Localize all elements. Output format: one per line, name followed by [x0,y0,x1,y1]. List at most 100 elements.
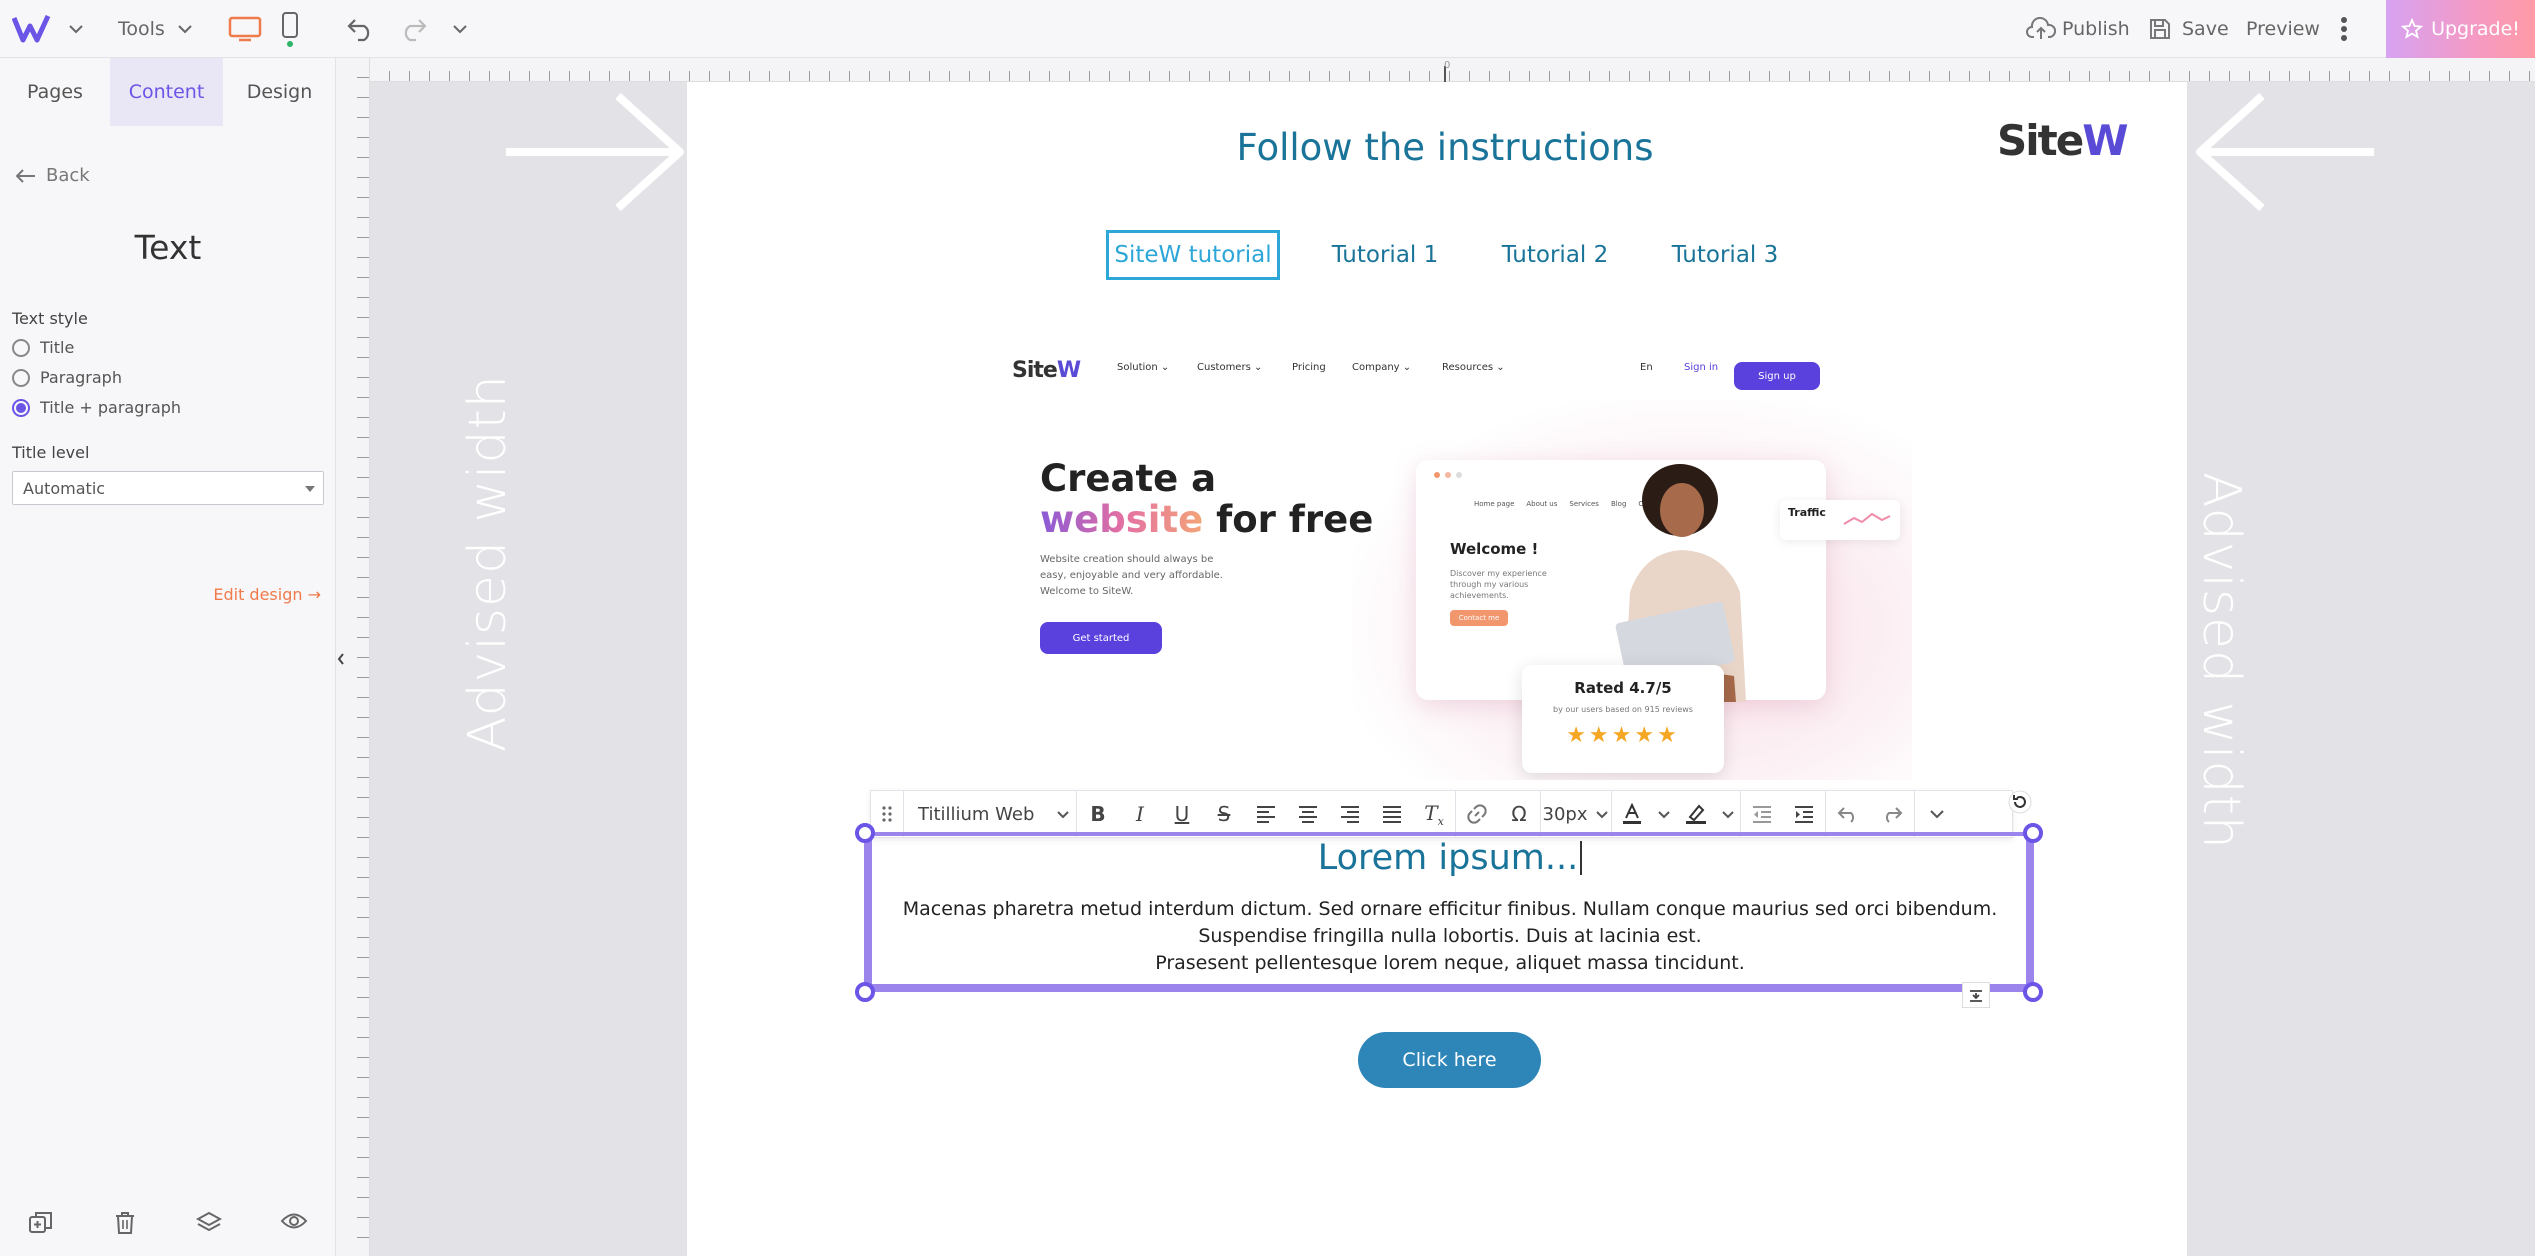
page-heading[interactable]: Follow the instructions [1100,126,1790,169]
strikethrough-button[interactable]: S [1203,790,1245,838]
redo-icon [404,19,427,42]
trend-line-icon [1843,512,1891,525]
mobile-view-button[interactable] [280,0,300,58]
tutorial-tab-label: SiteW tutorial [1114,242,1272,268]
tutorial-tab-sitew[interactable]: SiteW tutorial [1106,230,1280,280]
advised-width-gutter-left: Advised width [370,82,687,1256]
link-icon [1467,804,1487,824]
preview-button[interactable]: Preview [2246,0,2320,58]
sitew-logo-menu[interactable] [12,0,84,58]
resize-handle-bottom-right[interactable] [2023,982,2043,1002]
align-left-button[interactable] [1245,790,1287,838]
hero-traffic-label: Traffic [1788,506,1826,519]
sidebar-tabs: Pages Content Design [0,58,336,126]
radio-paragraph[interactable]: Paragraph [12,368,122,387]
caret-down-icon [305,486,315,492]
duplicate-button[interactable] [28,1210,54,1240]
font-family-select[interactable]: Titillium Web [904,790,1076,838]
desktop-view-button[interactable] [228,0,262,58]
more-tools-dropdown[interactable] [1915,790,1959,838]
hero-title-rest: for free [1203,498,1374,541]
undo-button[interactable] [346,0,376,58]
history-dropdown[interactable] [452,0,468,58]
tab-label: Content [128,81,205,103]
bold-button[interactable]: B [1077,790,1119,838]
align-center-icon [1299,806,1317,823]
publish-label: Publish [2062,18,2130,40]
title-level-label: Title level [12,443,90,462]
drag-handle[interactable] [871,790,903,838]
tutorial-tab-3[interactable]: Tutorial 3 [1665,230,1785,280]
link-button[interactable] [1456,790,1498,838]
eye-icon [280,1213,308,1229]
text-color-dropdown[interactable] [1652,790,1676,838]
italic-button[interactable]: I [1119,790,1161,838]
hero-rating-title: Rated 4.7/5 [1574,679,1672,697]
toolbar-undo-button[interactable] [1826,790,1870,838]
window-dot [1456,472,1462,478]
save-label: Save [2182,18,2229,40]
expand-block-button[interactable] [1962,982,1990,1008]
undo-icon [1837,807,1854,823]
text-block-paragraph[interactable]: Macenas pharetra metud interdum dictum. … [880,896,2020,977]
more-options-button[interactable] [2340,0,2348,58]
window-dot [1434,472,1440,478]
tab-content[interactable]: Content [110,58,223,126]
visibility-button[interactable] [280,1210,308,1236]
window-dot [1445,472,1451,478]
layers-button[interactable] [195,1210,223,1240]
text-color-button[interactable] [1612,790,1652,838]
collapse-sidebar-button[interactable] [336,652,346,666]
chevron-down-icon [1057,810,1070,818]
resize-handle-top-left[interactable] [855,823,875,843]
preview-label: Preview [2246,18,2320,40]
back-button[interactable]: Back [16,165,90,186]
align-center-button[interactable] [1287,790,1329,838]
align-justify-button[interactable] [1371,790,1413,838]
tab-pages[interactable]: Pages [0,58,110,126]
hero-contact: Contact me [1450,610,1508,626]
resize-handle-top-right[interactable] [2023,823,2043,843]
align-left-icon [1257,806,1275,823]
outdent-button[interactable] [1741,790,1783,838]
font-size-select[interactable]: 30px [1541,790,1611,838]
save-button[interactable]: Save [2148,0,2229,58]
delete-button[interactable] [113,1210,137,1240]
sitew-logo[interactable]: SiteW [1997,116,2129,165]
edit-design-link[interactable]: Edit design → [213,585,321,604]
reset-style-button[interactable] [2007,789,2033,819]
special-char-button[interactable]: Ω [1498,790,1540,838]
radio-title[interactable]: Title [12,338,74,357]
highlight-button[interactable] [1676,790,1716,838]
chevron-down-icon [1658,810,1670,818]
resize-handle-bottom-left[interactable] [855,982,875,1002]
hero-nav-resources: Resources ⌄ [1442,362,1505,373]
hero-nav-pricing: Pricing [1292,362,1326,373]
tutorial-tab-1[interactable]: Tutorial 1 [1325,230,1445,280]
publish-button[interactable]: Publish [2026,0,2130,58]
mobile-icon [282,12,298,47]
hero-lang: En [1640,362,1653,373]
upgrade-button[interactable]: Upgrade! [2386,0,2535,58]
clear-format-button[interactable]: Tx [1413,790,1455,838]
redo-button[interactable] [398,0,428,58]
arrow-right-icon [506,93,684,211]
radio-title-paragraph[interactable]: Title + paragraph [12,398,181,417]
title-level-select[interactable]: Automatic [12,471,324,505]
tutorial-tab-2[interactable]: Tutorial 2 [1495,230,1615,280]
click-here-button[interactable]: Click here [1358,1032,1541,1088]
hero-title-line2: website for free [1040,499,1373,540]
text-block-title-text: Lorem ipsum... [1317,838,1579,878]
radio-dot [12,338,30,357]
toolbar-redo-button[interactable] [1870,790,1914,838]
align-right-button[interactable] [1329,790,1371,838]
paragraph-line: Prasesent pellentesque lorem neque, aliq… [1155,952,1745,974]
underline-button[interactable]: U [1161,790,1203,838]
highlight-dropdown[interactable] [1716,790,1740,838]
tab-design[interactable]: Design [223,58,336,126]
text-format-toolbar: Titillium Web B I U S Tx Ω 30px [870,790,2013,838]
hero-image[interactable]: SiteW Solution ⌄ Customers ⌄ Pricing Com… [972,340,1922,780]
indent-button[interactable] [1783,790,1825,838]
text-block-title[interactable]: Lorem ipsum... [1100,838,1800,878]
tools-menu[interactable]: Tools [118,0,193,58]
